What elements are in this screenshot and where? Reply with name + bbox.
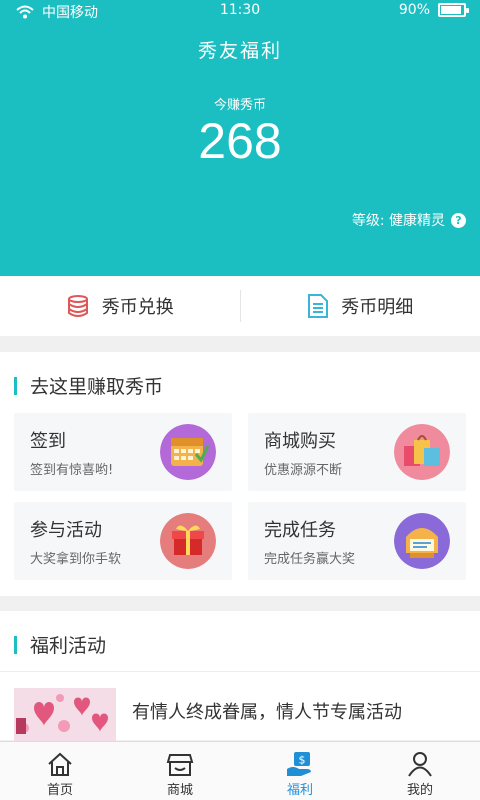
card-subtitle: 签到有惊喜哟! (30, 463, 114, 478)
task-board-icon (394, 513, 450, 569)
welfare-section-title: 福利活动 (30, 635, 107, 657)
checkin-card[interactable]: 签到 签到有惊喜哟! (14, 413, 232, 491)
card-title: 签到 (30, 431, 66, 452)
calendar-icon (160, 424, 216, 480)
coin-detail-label: 秀币明细 (341, 297, 414, 318)
battery-percent: 90% (398, 2, 430, 18)
welfare-icon: $ (287, 752, 311, 776)
valentine-thumbnail (14, 688, 116, 741)
home-icon (48, 752, 72, 776)
coin-detail-button[interactable]: 秀币明细 (241, 276, 480, 336)
header-banner: 中国移动 11:30 90% 秀友福利 今赚秀币 268 等级: 健康精灵 ? (0, 0, 480, 276)
bottom-tab-bar: 首页 商城 $ 福利 我的 (0, 741, 480, 800)
tab-welfare[interactable]: $ 福利 (240, 742, 360, 800)
status-bar: 中国移动 11:30 90% (0, 0, 480, 24)
shopping-bags-icon (394, 424, 450, 480)
tab-mall[interactable]: 商城 (120, 742, 240, 800)
tab-home[interactable]: 首页 (0, 742, 120, 800)
card-subtitle: 大奖拿到你手软 (30, 552, 122, 567)
tab-label: 首页 (46, 783, 73, 798)
database-icon (67, 295, 88, 317)
battery-icon (438, 3, 469, 17)
mall-purchase-card[interactable]: 商城购买 优惠源源不断 (248, 413, 466, 491)
help-icon[interactable]: ? (451, 212, 466, 228)
title-accent-bar (14, 376, 17, 395)
section-title: 去这里赚取秀币 (14, 372, 163, 399)
card-title: 完成任务 (264, 520, 336, 541)
welfare-item-title: 有情人终成眷属，情人节专属活动 (132, 702, 402, 723)
coin-balance: 268 (198, 113, 282, 169)
tab-label: 我的 (406, 783, 433, 798)
gift-icon (160, 513, 216, 569)
coin-exchange-button[interactable]: 秀币兑换 (0, 276, 240, 336)
welfare-item[interactable]: 有情人终成眷属，情人节专属活动 (0, 671, 480, 741)
level-info[interactable]: 等级: 健康精灵 ? (352, 210, 466, 230)
tab-mine[interactable]: 我的 (360, 742, 480, 800)
quick-actions: 秀币兑换 秀币明细 (0, 276, 480, 336)
welfare-section: 福利活动 有情人终成眷属，情人节专属活动 (0, 611, 480, 741)
shop-icon (166, 754, 194, 776)
page-title: 秀友福利 (197, 40, 282, 62)
card-subtitle: 完成任务赢大奖 (264, 552, 356, 567)
join-activity-card[interactable]: 参与活动 大奖拿到你手软 (14, 502, 232, 580)
document-icon (308, 294, 329, 318)
user-icon (408, 752, 432, 777)
coin-exchange-label: 秀币兑换 (101, 297, 174, 318)
title-accent-bar (14, 635, 17, 654)
complete-task-card[interactable]: 完成任务 完成任务赢大奖 (248, 502, 466, 580)
tab-label: 福利 (286, 783, 313, 798)
earn-label: 今赚秀币 (213, 98, 266, 113)
earn-section: 去这里赚取秀币 签到 签到有惊喜哟! 商城购买 优惠源源不断 参与活动 大奖拿到… (0, 352, 480, 596)
card-title: 参与活动 (30, 520, 102, 541)
svg-text:$: $ (299, 754, 306, 767)
card-title: 商城购买 (264, 431, 336, 452)
section-title: 福利活动 (14, 631, 106, 658)
tab-label: 商城 (166, 783, 193, 798)
earn-section-title: 去这里赚取秀币 (30, 376, 164, 398)
level-text: 等级: 健康精灵 (351, 213, 445, 229)
card-subtitle: 优惠源源不断 (264, 463, 343, 478)
